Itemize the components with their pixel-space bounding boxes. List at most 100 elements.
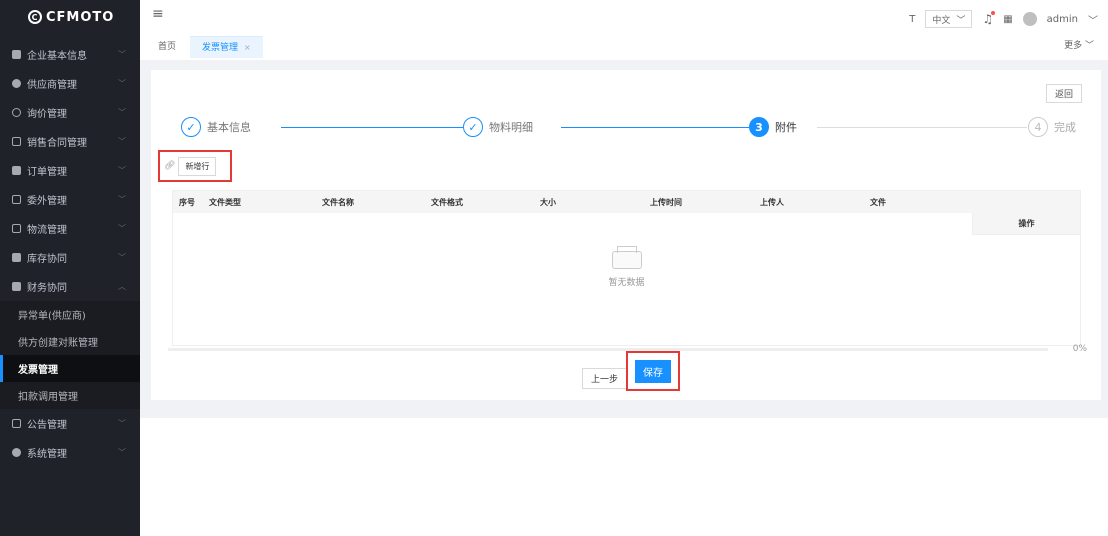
truck-icon [12, 195, 21, 204]
back-button[interactable]: 返回 [1045, 84, 1082, 103]
sidebar-subitem-exception[interactable]: 异常单(供应商) [0, 301, 140, 328]
sidebar-item-label: 库存协同 [27, 254, 67, 265]
sidebar-item-label: 供应商管理 [27, 80, 77, 91]
chevron-down-icon: ﹀ [118, 195, 126, 204]
chevron-down-icon: ﹀ [118, 50, 126, 59]
document-icon [12, 137, 21, 146]
step-attachment: 3 附件 [749, 117, 805, 137]
brand-name: CFMOTO [46, 9, 115, 25]
more-menu[interactable]: 更多 ﹀ [1064, 38, 1094, 51]
building-icon [12, 50, 21, 59]
sidebar-item-label: 询价管理 [27, 109, 67, 120]
sidebar-item-enterprise-info[interactable]: 企业基本信息 ﹀ [0, 40, 140, 69]
sidebar-subitem-reconciliation[interactable]: 供方创建对账管理 [0, 328, 140, 355]
sidebar-subitem-deduction[interactable]: 扣款调用管理 [0, 382, 140, 409]
sidebar-item-label: 销售合同管理 [27, 138, 87, 149]
sidebar-item-inventory[interactable]: 库存协同 ﹀ [0, 243, 140, 272]
step-connector [281, 127, 486, 128]
close-icon[interactable]: × [244, 43, 251, 52]
sidebar-item-label: 系统管理 [27, 449, 67, 460]
sidebar-menu: 企业基本信息 ﹀ 供应商管理 ﹀ 询价管理 ﹀ 销售合同管理 ﹀ 订单管理 ﹀ … [0, 40, 140, 301]
step-label: 完成 [1054, 121, 1076, 134]
table-header: 序号 文件类型 文件名称 文件格式 大小 上传时间 上传人 文件 [173, 191, 1080, 213]
horizontal-scrollbar[interactable] [168, 348, 1048, 351]
sidebar-item-finance[interactable]: 财务协同 ︿ [0, 272, 140, 301]
chevron-up-icon: ︿ [118, 282, 126, 291]
chevron-down-icon: ﹀ [118, 419, 126, 428]
clipboard-icon [12, 282, 21, 291]
finance-submenu: 异常单(供应商) 供方创建对账管理 发票管理 扣款调用管理 [0, 301, 140, 409]
page-tabs: 首页 发票管理 × [150, 36, 263, 58]
step-number: 4 [1028, 117, 1048, 137]
sidebar-item-label: 公告管理 [27, 420, 67, 431]
bell-icon[interactable]: ♫ [982, 11, 996, 26]
sidebar-item-announcement[interactable]: 公告管理 ﹀ [0, 409, 140, 438]
brand-logo[interactable]: C CFMOTO [0, 0, 140, 34]
message-icon [12, 108, 21, 117]
chevron-down-icon: ﹀ [956, 15, 966, 26]
column-header: 文件 [870, 197, 886, 207]
chevron-down-icon: ﹀ [118, 224, 126, 233]
more-label: 更多 [1064, 41, 1083, 51]
step-connector [561, 127, 776, 128]
user-name[interactable]: admin [1047, 14, 1078, 25]
column-header: 文件类型 [209, 197, 241, 207]
empty-state: 暂无数据 [173, 246, 1080, 288]
step-basic-info: ✓ 基本信息 [181, 117, 259, 137]
text-size-icon[interactable]: T [909, 14, 915, 25]
steps-bar: ✓ 基本信息 ✓ 物料明细 3 附件 4 完成 [179, 117, 1085, 139]
column-header: 上传人 [760, 197, 784, 207]
sidebar-item-system[interactable]: 系统管理 ﹀ [0, 438, 140, 467]
sidebar-item-label: 财务协同 [27, 283, 67, 294]
sidebar-item-logistics[interactable]: 物流管理 ﹀ [0, 214, 140, 243]
progress-text: 0% [1072, 344, 1087, 354]
header-actions: T 中文 ﹀ ♫ ▦ admin ﹀ [909, 10, 1098, 28]
avatar[interactable] [1022, 12, 1037, 26]
cfmoto-logo-icon: C [28, 10, 42, 24]
step-label: 物料明细 [489, 121, 533, 134]
sidebar-item-sales-contract[interactable]: 销售合同管理 ﹀ [0, 127, 140, 156]
previous-step-button[interactable]: 上一步 [582, 368, 628, 389]
chevron-down-icon: ﹀ [118, 448, 126, 457]
chevron-down-icon: ﹀ [118, 253, 126, 262]
tab-label: 发票管理 [202, 43, 239, 53]
tab-invoice[interactable]: 发票管理 × [190, 36, 263, 58]
attachment-table: 序号 文件类型 文件名称 文件格式 大小 上传时间 上传人 文件 操作 暂无数据 [172, 190, 1081, 346]
sidebar-item-label: 企业基本信息 [27, 51, 87, 62]
shield-icon [12, 79, 21, 88]
column-header: 序号 [179, 197, 195, 207]
step-label: 基本信息 [207, 121, 251, 134]
main-card: 返回 ✓ 基本信息 ✓ 物料明细 3 附件 4 完成 🔗︎ 新增行 序号 文件类… [151, 70, 1101, 400]
language-select[interactable]: 中文 ﹀ [925, 10, 973, 28]
top-header: ≡ 首页 发票管理 × T 中文 ﹀ ♫ ▦ admin ﹀ 更多 ﹀ [140, 0, 1108, 60]
chevron-down-icon[interactable]: ﹀ [1088, 12, 1098, 27]
empty-text: 暂无数据 [608, 278, 645, 288]
tab-home[interactable]: 首页 [150, 36, 184, 58]
clipboard-icon [12, 166, 21, 175]
column-header: 上传时间 [650, 197, 682, 207]
truck-icon [12, 224, 21, 233]
bank-icon [12, 419, 21, 428]
sidebar-menu-tail: 公告管理 ﹀ 系统管理 ﹀ [0, 409, 140, 467]
sidebar-item-inquiry[interactable]: 询价管理 ﹀ [0, 98, 140, 127]
save-button[interactable]: 保存 [635, 359, 671, 383]
sidebar-item-label: 物流管理 [27, 225, 67, 236]
sidebar-item-outsourcing[interactable]: 委外管理 ﹀ [0, 185, 140, 214]
column-header: 文件格式 [431, 197, 463, 207]
save-highlight: 保存 [626, 351, 680, 391]
grid-icon[interactable]: ▦ [1003, 14, 1012, 25]
sidebar: C CFMOTO 企业基本信息 ﹀ 供应商管理 ﹀ 询价管理 ﹀ 销售合同管理 … [0, 0, 140, 536]
add-row-highlight: 🔗︎ 新增行 [158, 150, 232, 182]
sidebar-item-supplier[interactable]: 供应商管理 ﹀ [0, 69, 140, 98]
chevron-down-icon: ﹀ [118, 137, 126, 146]
menu-toggle-icon[interactable]: ≡ [152, 6, 164, 22]
check-icon: ✓ [463, 117, 483, 137]
link-icon: 🔗︎ [164, 161, 176, 171]
chevron-down-icon: ﹀ [118, 79, 126, 88]
chevron-down-icon: ﹀ [118, 108, 126, 117]
step-material-detail: ✓ 物料明细 [463, 117, 541, 137]
step-finish: 4 完成 [1028, 117, 1084, 137]
add-row-button[interactable]: 新增行 [178, 156, 217, 176]
sidebar-item-order[interactable]: 订单管理 ﹀ [0, 156, 140, 185]
sidebar-subitem-invoice[interactable]: 发票管理 [0, 355, 140, 382]
